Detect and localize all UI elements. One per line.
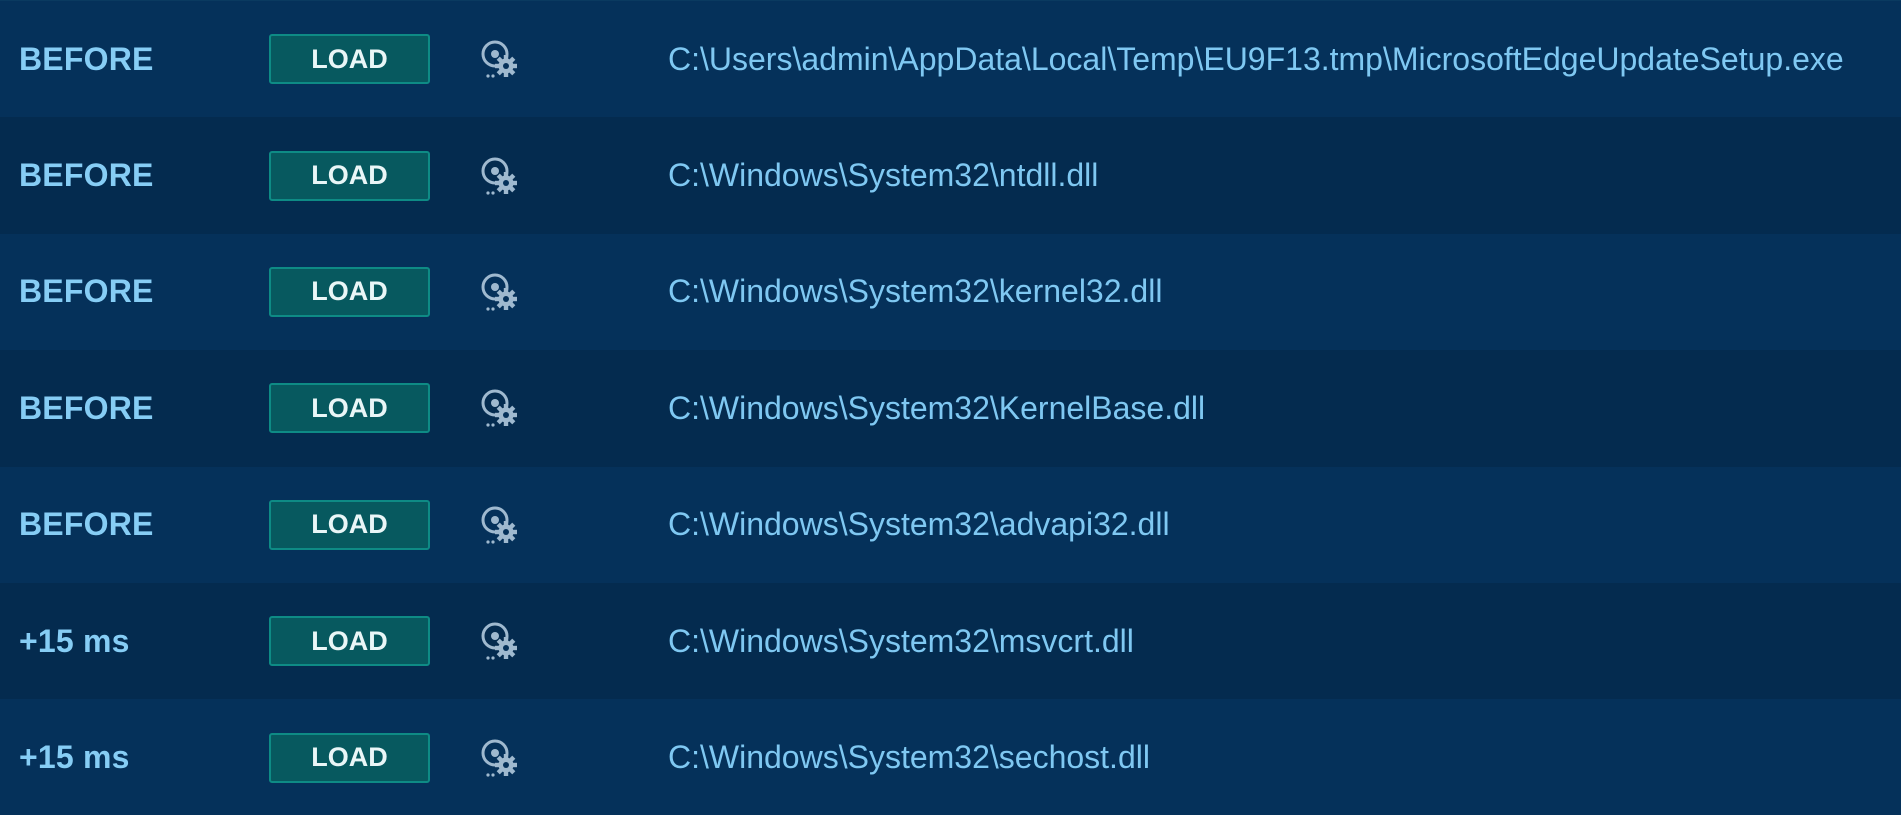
events-list: BEFORE LOAD C:\Users\admin\AppData\Local… (0, 0, 1901, 815)
event-row[interactable]: BEFORE LOAD C:\Windows\System32\advapi32… (0, 466, 1901, 583)
event-time: BEFORE (19, 389, 154, 426)
event-time: +15 ms (19, 622, 130, 659)
event-time: BEFORE (19, 157, 154, 194)
operation-badge[interactable]: LOAD (269, 150, 430, 201)
module-path: C:\Windows\System32\msvcrt.dll (668, 622, 1134, 659)
event-time: BEFORE (19, 273, 154, 310)
module-path: C:\Windows\System32\KernelBase.dll (668, 389, 1206, 426)
event-row[interactable]: BEFORE LOAD C:\Windows\System32\KernelBa… (0, 350, 1901, 467)
library-gear-icon (481, 389, 517, 427)
event-time: BEFORE (19, 40, 154, 77)
operation-badge[interactable]: LOAD (269, 34, 430, 85)
event-row[interactable]: BEFORE LOAD C:\Windows\System32\ntdll.dl… (0, 117, 1901, 234)
library-gear-icon (481, 273, 517, 311)
operation-badge[interactable]: LOAD (269, 383, 430, 434)
event-row[interactable]: BEFORE LOAD C:\Windows\System32\kernel32… (0, 233, 1901, 351)
module-path: C:\Windows\System32\sechost.dll (668, 739, 1150, 776)
operation-badge[interactable]: LOAD (269, 499, 430, 550)
module-path: C:\Windows\System32\kernel32.dll (668, 273, 1163, 310)
library-gear-icon (481, 40, 517, 78)
library-gear-icon (481, 157, 517, 195)
event-row[interactable]: +15 ms LOAD C:\Windows\System32\msvcrt.d… (0, 582, 1901, 700)
event-row[interactable]: +15 ms LOAD C:\Windows\System32\sechost.… (0, 699, 1901, 815)
module-path: C:\Windows\System32\ntdll.dll (668, 157, 1099, 194)
module-path: C:\Users\admin\AppData\Local\Temp\EU9F13… (668, 40, 1844, 77)
event-row[interactable]: BEFORE LOAD C:\Users\admin\AppData\Local… (0, 1, 1901, 118)
operation-badge[interactable]: LOAD (269, 616, 430, 667)
library-gear-icon (481, 739, 517, 777)
event-time: BEFORE (19, 506, 154, 543)
event-time: +15 ms (19, 739, 130, 776)
operation-badge[interactable]: LOAD (269, 732, 430, 783)
module-path: C:\Windows\System32\advapi32.dll (668, 506, 1170, 543)
library-gear-icon (481, 506, 517, 544)
operation-badge[interactable]: LOAD (269, 266, 430, 317)
library-gear-icon (481, 622, 517, 660)
